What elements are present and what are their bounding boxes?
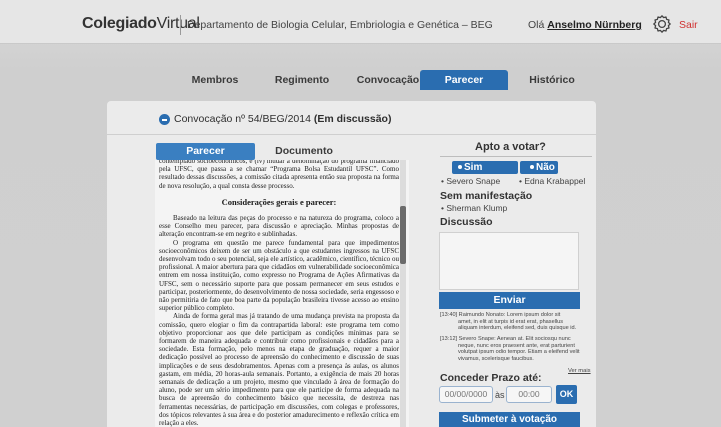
- send-button[interactable]: Enviar: [439, 292, 580, 309]
- deadline-date-input[interactable]: 00/00/0000: [439, 386, 493, 403]
- vote-no-label: Não: [536, 162, 555, 173]
- tab-parecer[interactable]: Parecer: [420, 70, 508, 90]
- greeting-text: Olá: [528, 19, 545, 31]
- document-paragraph: O programa em questão me parece fundamen…: [159, 238, 399, 313]
- comment-item: [13:40] Raimundo Nonato: Lorem ipsum dol…: [440, 312, 588, 332]
- subtab-documento[interactable]: Documento: [258, 143, 350, 160]
- comment-line: volutpat ipsum odio tempor. Etiam a elei…: [458, 349, 580, 356]
- brand-bold: Colegiado: [82, 15, 157, 32]
- top-header: ColegiadoVirtual Departamento de Biologi…: [0, 0, 721, 44]
- deadline-heading: Conceder Prazo até:: [440, 372, 542, 384]
- yes-voter: • Severo Snape: [441, 176, 501, 186]
- header-divider: [180, 15, 181, 35]
- vote-yes-button[interactable]: Sim: [452, 161, 518, 174]
- discussion-heading: Discussão: [440, 216, 493, 228]
- comment-line: neque, nunc eros praesent ante, erat par…: [458, 342, 575, 349]
- see-more-link[interactable]: Ver mais: [568, 368, 591, 374]
- no-voter: • Edna Krabappel: [519, 176, 586, 186]
- ok-button[interactable]: OK: [556, 385, 577, 404]
- comment-line: amet, in elit at turpis id erat erat, ph…: [458, 318, 564, 325]
- main-nav: Membros Regimento Convocação Parecer His…: [0, 70, 721, 92]
- comment-line: vivamus, scelerisque faucibus.: [458, 355, 534, 362]
- collapse-icon[interactable]: [159, 114, 170, 125]
- vote-eligibility-title: Apto a votar?: [475, 141, 546, 153]
- convocation-number: Convocação nº 54/BEG/2014: [174, 113, 311, 125]
- document-viewer: contemplado socioeconomicos, e (iv) muda…: [155, 160, 409, 427]
- app-logo[interactable]: ColegiadoVirtual: [82, 15, 200, 33]
- document-scrollbar[interactable]: [400, 160, 406, 427]
- tab-membros[interactable]: Membros: [180, 70, 250, 90]
- no-vote-heading: Sem manifestação: [440, 190, 533, 202]
- vote-no-button[interactable]: Não: [520, 161, 558, 174]
- panel-divider: [107, 134, 596, 135]
- gear-icon[interactable]: [652, 14, 672, 34]
- vote-yes-label: Sim: [464, 162, 483, 173]
- document-heading: Considerações gerais e parecer:: [221, 196, 337, 207]
- comment-line: [13:12] Severo Snape: Aenean at. Elit so…: [440, 336, 571, 342]
- comment-line: [13:40] Raimundo Nonato: Lorem ipsum dol…: [440, 312, 561, 318]
- radio-dot-icon: [530, 165, 534, 170]
- no-vote-person: • Sherman Klump: [441, 203, 508, 213]
- document-paragraph: Baseado na leitura das peças do processo…: [159, 214, 399, 239]
- logout-link[interactable]: Sair: [679, 19, 698, 31]
- radio-dot-icon: [458, 165, 462, 170]
- comment-item: [13:12] Severo Snape: Aenean at. Elit so…: [440, 336, 588, 362]
- department-name: Departamento de Biologia Celular, Embrio…: [187, 19, 493, 31]
- document-paragraph: Ainda de forma geral mas já tratando de …: [159, 312, 399, 427]
- deadline-time-input[interactable]: 00:00: [506, 386, 552, 403]
- submit-vote-button[interactable]: Submeter à votação: [439, 412, 580, 427]
- comment-line: aliquam interdum, eleifend sed, duis qui…: [458, 325, 577, 332]
- tab-regimento[interactable]: Regimento: [262, 70, 342, 90]
- sidebar-divider: [440, 156, 592, 157]
- subtab-parecer[interactable]: Parecer: [156, 143, 255, 160]
- tab-convocacao[interactable]: Convocação: [348, 70, 428, 90]
- user-greeting: Olá Anselmo Nürnberg: [528, 19, 642, 31]
- convocation-status: (Em discussão): [313, 113, 392, 125]
- username-link[interactable]: Anselmo Nürnberg: [547, 19, 642, 31]
- scrollbar-thumb[interactable]: [400, 206, 406, 264]
- convocation-title: Convocação nº 54/BEG/2014 (Em discussão): [174, 113, 391, 125]
- at-label: às: [495, 390, 505, 400]
- tab-historico[interactable]: Histórico: [512, 70, 592, 90]
- discussion-textarea[interactable]: [439, 232, 579, 290]
- document-paragraph: contemplado socioeconomicos, e (iv) muda…: [159, 160, 399, 190]
